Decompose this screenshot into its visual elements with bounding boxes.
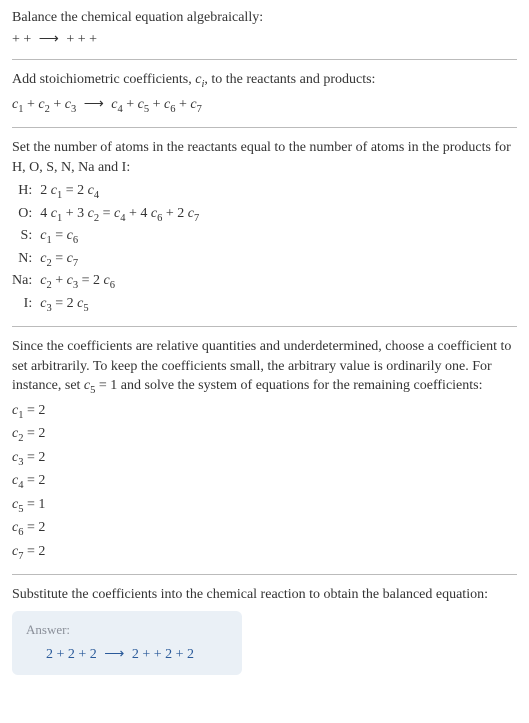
c3: c3 [65,97,76,112]
divider [12,59,517,60]
answer-lhs: 2 + 2 + 2 [46,647,100,662]
substitute-section: Substitute the coefficients into the che… [12,585,517,674]
divider [12,127,517,128]
plus: + [53,97,64,112]
c7: c7 [190,97,201,112]
atom-row-Na: Na: c2 + c3 = 2 c6 [12,271,199,293]
intro-rhs: + + + [66,32,97,47]
c1: c1 [12,97,23,112]
coeff-list: c1 = 2 c2 = 2 c3 = 2 c4 = 2 c5 = 1 c6 = … [12,401,517,564]
stoich-text-2: , to the reactants and products: [204,72,375,87]
c6: c6 [164,97,175,112]
atom-eq: 4 c1 + 3 c2 = c4 + 4 c6 + 2 c7 [40,204,199,226]
atoms-table: H: 2 c1 = 2 c4 O: 4 c1 + 3 c2 = c4 + 4 c… [12,181,199,316]
stoich-text: Add stoichiometric coefficients, ci, to … [12,70,517,92]
answer-rhs: 2 + + 2 + 2 [132,647,194,662]
stoich-equation: c1 + c2 + c3 ⟶ c4 + c5 + c6 + c7 [12,95,517,117]
underdet-section: Since the coefficients are relative quan… [12,337,517,564]
atom-eq: c2 = c7 [40,249,199,271]
substitute-text: Substitute the coefficients into the che… [12,585,517,605]
plus: + [27,97,38,112]
answer-box: Answer: 2 + 2 + 2 ⟶ 2 + + 2 + 2 [12,611,242,675]
atom-label: I: [12,294,40,316]
stoich-section: Add stoichiometric coefficients, ci, to … [12,70,517,117]
atom-label: N: [12,249,40,271]
atom-eq: c3 = 2 c5 [40,294,199,316]
plus: + [153,97,164,112]
answer-equation: 2 + 2 + 2 ⟶ 2 + + 2 + 2 [26,645,228,665]
atom-eq: 2 c1 = 2 c4 [40,181,199,203]
coeff-c7: c7 = 2 [12,542,517,564]
arrow-icon: ⟶ [84,95,104,115]
coeff-c5: c5 = 1 [12,495,517,517]
divider [12,574,517,575]
atoms-intro: Set the number of atoms in the reactants… [12,138,517,177]
coeff-c6: c6 = 2 [12,518,517,540]
underdet-text: Since the coefficients are relative quan… [12,337,517,399]
atom-row-I: I: c3 = 2 c5 [12,294,199,316]
c4: c4 [111,97,122,112]
atom-row-N: N: c2 = c7 [12,249,199,271]
atom-label: S: [12,226,40,248]
atom-label: O: [12,204,40,226]
coeff-c4: c4 = 2 [12,471,517,493]
arrow-icon: ⟶ [104,645,124,665]
atom-eq: c1 = c6 [40,226,199,248]
atom-row-S: S: c1 = c6 [12,226,199,248]
answer-title: Answer: [26,621,228,639]
atom-eq: c2 + c3 = 2 c6 [40,271,199,293]
coeff-c3: c3 = 2 [12,448,517,470]
plus: + [179,97,190,112]
atom-row-O: O: 4 c1 + 3 c2 = c4 + 4 c6 + 2 c7 [12,204,199,226]
intro-reaction: + + ⟶ + + + [12,30,517,50]
stoich-text-1: Add stoichiometric coefficients, [12,72,195,87]
intro-section: Balance the chemical equation algebraica… [12,8,517,49]
c2: c2 [38,97,49,112]
intro-lhs: + + [12,32,35,47]
atom-label: Na: [12,271,40,293]
plus: + [126,97,137,112]
coeff-c1: c1 = 2 [12,401,517,423]
divider [12,326,517,327]
coeff-c2: c2 = 2 [12,424,517,446]
atom-label: H: [12,181,40,203]
arrow-icon: ⟶ [39,30,59,50]
atoms-section: Set the number of atoms in the reactants… [12,138,517,316]
atom-row-H: H: 2 c1 = 2 c4 [12,181,199,203]
intro-text: Balance the chemical equation algebraica… [12,8,517,28]
c5: c5 [138,97,149,112]
